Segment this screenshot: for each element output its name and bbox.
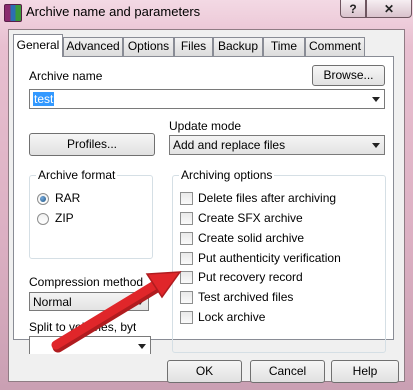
sfx-checkbox[interactable] [180,212,193,225]
archive-format-label: Archive format [36,168,118,182]
lock-archive-checkbox[interactable] [180,311,193,324]
zip-label[interactable]: ZIP [55,211,74,225]
solid-label[interactable]: Create solid archive [198,231,304,245]
dialog-client-area: General Advanced Options Files Backup Ti… [8,29,405,383]
chevron-down-icon[interactable] [372,143,380,148]
archive-format-group: Archive format RAR ZIP [29,168,153,259]
browse-button[interactable]: Browse... [312,65,385,86]
tab-backup[interactable]: Backup [213,37,263,56]
rar-radio[interactable] [37,193,49,205]
test-files-label[interactable]: Test archived files [198,290,293,304]
archiving-options-label: Archiving options [179,168,275,182]
tab-files[interactable]: Files [174,37,213,56]
title-bar[interactable]: Archive name and parameters ? ✕ [0,0,413,28]
compression-method-label: Compression method [29,275,144,289]
winrar-app-icon [4,4,22,22]
ok-button[interactable]: OK [167,360,242,383]
tab-comment[interactable]: Comment [305,37,365,56]
delete-files-checkbox[interactable] [180,192,193,205]
archive-name-label: Archive name [29,69,103,83]
general-tab-panel: Archive name Browse... test Profiles... … [13,56,394,354]
chevron-down-icon[interactable] [372,97,380,102]
authenticity-checkbox[interactable] [180,252,193,265]
chevron-down-icon[interactable] [136,300,144,305]
delete-files-label[interactable]: Delete files after archiving [198,191,336,205]
tab-options[interactable]: Options [123,37,174,56]
profiles-button[interactable]: Profiles... [29,133,155,156]
tab-time[interactable]: Time [263,37,305,56]
compression-method-select[interactable]: Normal [29,292,149,311]
tab-general[interactable]: General [13,34,63,57]
recovery-record-label[interactable]: Put recovery record [198,270,303,284]
cancel-button[interactable]: Cancel [250,360,325,383]
authenticity-label[interactable]: Put authenticity verification [198,251,341,265]
split-volumes-combo[interactable] [29,336,151,354]
update-mode-value: Add and replace files [173,138,286,152]
archive-name-value: test [33,92,55,106]
archive-name-combo[interactable]: test [29,89,385,109]
tab-advanced[interactable]: Advanced [63,37,123,56]
dialog-window: Archive name and parameters ? ✕ General … [0,0,413,390]
update-mode-label: Update mode [169,119,242,133]
update-mode-select[interactable]: Add and replace files [169,135,385,155]
rar-label[interactable]: RAR [55,191,80,205]
split-volumes-label: Split to volumes, bytes [29,320,136,334]
zip-radio[interactable] [37,213,49,225]
compression-method-value: Normal [33,295,72,309]
test-files-checkbox[interactable] [180,291,193,304]
archiving-options-group: Archiving options Delete files after arc… [172,168,386,353]
recovery-record-checkbox[interactable] [180,271,193,284]
close-button[interactable]: ✕ [366,0,412,18]
chevron-down-icon[interactable] [138,344,146,349]
window-title: Archive name and parameters [26,4,201,19]
lock-archive-label[interactable]: Lock archive [198,310,265,324]
help-button[interactable]: Help [331,360,399,383]
sfx-label[interactable]: Create SFX archive [198,211,303,225]
solid-checkbox[interactable] [180,232,193,245]
help-title-button[interactable]: ? [340,0,366,18]
